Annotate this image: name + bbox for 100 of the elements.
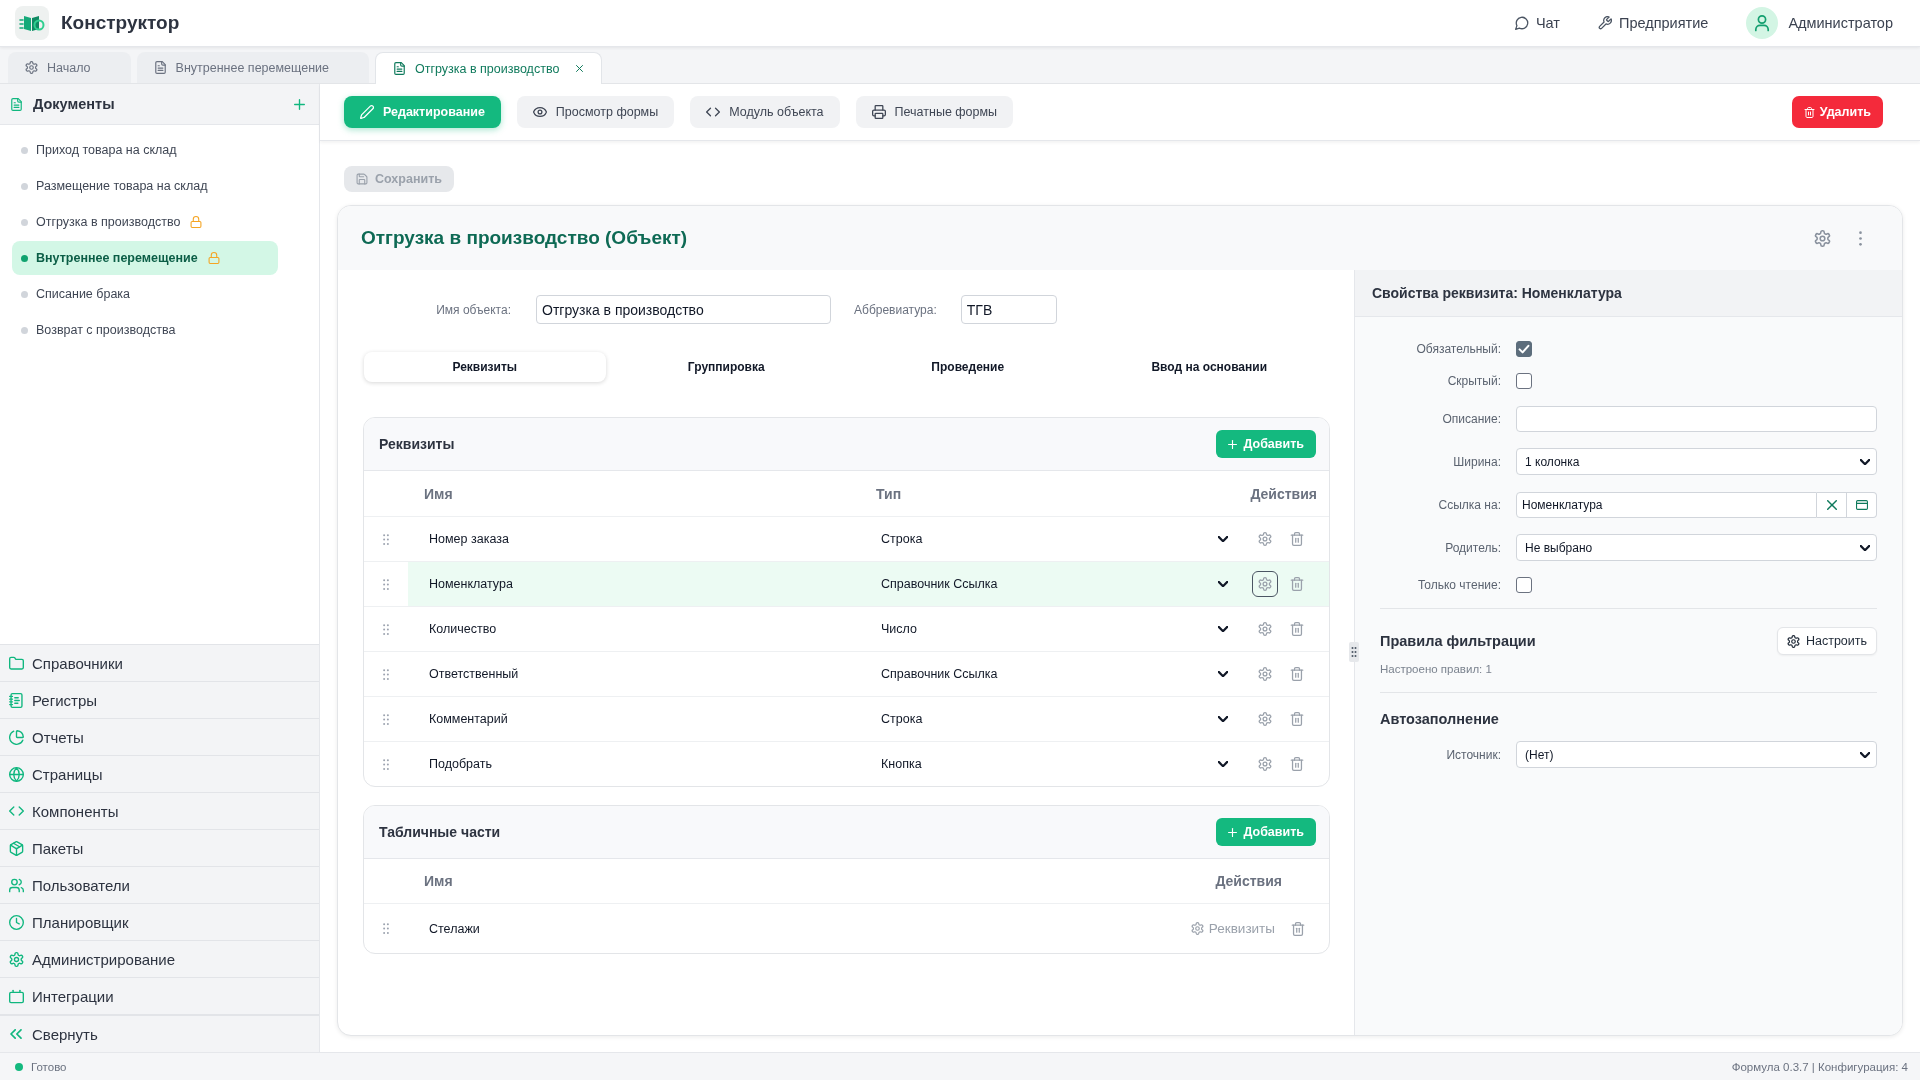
code-brackets-icon bbox=[9, 806, 24, 816]
drag-handle-icon[interactable] bbox=[383, 758, 389, 770]
package-icon bbox=[9, 840, 24, 856]
header-link[interactable]: Чат bbox=[1514, 8, 1560, 38]
user-menu-button[interactable]: Администратор bbox=[1746, 7, 1893, 39]
document-item[interactable]: Возврат с производства bbox=[12, 313, 278, 347]
type-select[interactable]: Справочник Ссылка bbox=[876, 660, 1229, 688]
section-tab[interactable]: Группировка bbox=[605, 352, 847, 382]
table-row[interactable]: Ответственный Справочник Ссылка bbox=[408, 652, 1329, 696]
attribute-name: Подобрать bbox=[428, 757, 493, 771]
object-name-field[interactable]: Отгрузка в производство bbox=[536, 295, 831, 324]
type-select[interactable]: Справочник Ссылка bbox=[876, 570, 1229, 598]
nav-item[interactable]: Страницы bbox=[0, 755, 319, 792]
plus-icon bbox=[294, 98, 305, 110]
document-item[interactable]: Отгрузка в производство bbox=[12, 205, 278, 239]
document-item[interactable]: Размещение товара на склад bbox=[12, 169, 278, 203]
attribute-settings-button[interactable] bbox=[1252, 571, 1278, 597]
chevron-down-icon bbox=[1218, 626, 1228, 632]
dropdown[interactable]: 1 колонка bbox=[1516, 448, 1877, 475]
settings-icon bbox=[1258, 757, 1272, 771]
drag-handle-icon[interactable] bbox=[383, 923, 389, 934]
panel-title: Реквизиты bbox=[379, 436, 455, 452]
checkbox[interactable] bbox=[1516, 373, 1532, 389]
view-mode-button[interactable]: Печатные формы bbox=[855, 96, 1014, 128]
nav-item[interactable]: Справочники bbox=[0, 644, 319, 681]
attribute-name: Комментарий bbox=[428, 712, 509, 726]
section-title: Автозаполнение bbox=[1380, 711, 1499, 727]
attribute-name: Номенклатура bbox=[428, 577, 514, 591]
type-select[interactable]: Число bbox=[876, 615, 1229, 643]
text-field[interactable] bbox=[1516, 405, 1877, 432]
checkbox[interactable] bbox=[1516, 577, 1532, 593]
more-button[interactable] bbox=[1859, 230, 1862, 246]
section-title: Документы bbox=[33, 96, 115, 112]
printer-icon bbox=[871, 105, 886, 119]
settings-button[interactable] bbox=[1814, 229, 1831, 247]
avatar-icon bbox=[1746, 7, 1779, 39]
section-tab[interactable]: Проведение bbox=[847, 352, 1089, 382]
type-select[interactable]: Строка bbox=[876, 705, 1229, 733]
document-item[interactable]: Приход товара на склад bbox=[12, 133, 278, 167]
drag-handle-icon[interactable] bbox=[383, 668, 389, 680]
panel-title: Свойства реквизита: Номенклатура bbox=[1372, 285, 1622, 301]
open-button[interactable] bbox=[1847, 491, 1877, 518]
gear-icon bbox=[9, 951, 24, 967]
type-select[interactable]: Строка bbox=[876, 525, 1229, 553]
drag-handle-icon[interactable] bbox=[383, 713, 389, 725]
status-text: Готово bbox=[31, 1060, 67, 1073]
section-tab[interactable]: Реквизиты bbox=[364, 352, 606, 382]
reference-field[interactable]: Номенклатура bbox=[1516, 491, 1817, 518]
type-select[interactable]: Кнопка bbox=[876, 750, 1229, 778]
drag-handle-icon[interactable] bbox=[383, 623, 389, 635]
settings-icon bbox=[1786, 634, 1800, 648]
code-brackets-icon bbox=[706, 107, 721, 117]
chevron-down-icon bbox=[1860, 751, 1870, 758]
table-row[interactable]: Комментарий Строка bbox=[408, 697, 1329, 741]
resize-handle[interactable] bbox=[1349, 642, 1359, 662]
document-tab[interactable]: Внутреннее перемещение bbox=[136, 52, 369, 83]
table-row[interactable]: Номер заказа Строка bbox=[408, 517, 1329, 561]
close-icon[interactable] bbox=[576, 65, 584, 72]
document-tab[interactable]: Отгрузка в производство bbox=[374, 52, 603, 84]
trash-icon bbox=[1290, 532, 1304, 546]
configure-button[interactable]: Настроить bbox=[1776, 627, 1877, 655]
document-item[interactable]: Списание брака bbox=[12, 277, 278, 311]
table-row[interactable]: Подобрать Кнопка bbox=[408, 742, 1329, 786]
document-icon bbox=[392, 62, 406, 75]
eye-icon bbox=[532, 105, 547, 119]
users-icon bbox=[9, 877, 24, 893]
dropdown[interactable]: (Нет) bbox=[1516, 741, 1877, 768]
delete-button[interactable]: Удалить bbox=[1791, 96, 1883, 128]
abbreviation-field[interactable]: ТГВ bbox=[960, 295, 1057, 324]
drag-handle-icon[interactable] bbox=[383, 578, 389, 590]
section-tab[interactable]: Ввод на основании bbox=[1088, 352, 1330, 382]
header-link[interactable]: Предприятие bbox=[1598, 8, 1709, 38]
settings-icon bbox=[1258, 532, 1272, 546]
column-header: Действия bbox=[1250, 485, 1317, 502]
table-row[interactable]: Номенклатура Справочник Ссылка bbox=[408, 562, 1329, 606]
nav-item[interactable]: Регистры bbox=[0, 681, 319, 718]
nav-item[interactable]: Планировщик bbox=[0, 903, 319, 940]
dropdown[interactable]: Не выбрано bbox=[1516, 534, 1877, 561]
clear-button[interactable] bbox=[1817, 491, 1847, 518]
view-mode-button[interactable]: Модуль объекта bbox=[690, 96, 840, 128]
table-row[interactable]: Количество Число bbox=[408, 607, 1329, 651]
nav-item[interactable]: Отчеты bbox=[0, 718, 319, 755]
column-header: Имя bbox=[423, 485, 454, 502]
chevron-down-icon bbox=[1218, 671, 1228, 677]
nav-item[interactable]: Компоненты bbox=[0, 792, 319, 829]
drag-handle-icon[interactable] bbox=[383, 533, 389, 545]
trash-icon bbox=[1290, 667, 1304, 681]
nav-item[interactable]: Пакеты bbox=[0, 829, 319, 866]
document-tab[interactable]: Начало bbox=[8, 52, 131, 83]
settings-icon bbox=[1258, 577, 1272, 591]
trash-icon bbox=[1290, 712, 1304, 726]
trash-icon bbox=[1290, 577, 1304, 591]
checkbox[interactable] bbox=[1516, 341, 1532, 357]
field-label: Источник: bbox=[1446, 747, 1501, 762]
nav-item[interactable]: Интеграции bbox=[0, 977, 319, 1014]
document-item[interactable]: Внутреннее перемещение bbox=[12, 241, 278, 275]
nav-item[interactable]: Администрирование bbox=[0, 940, 319, 977]
nav-item[interactable]: Пользователи bbox=[0, 866, 319, 903]
add-document-button[interactable] bbox=[294, 98, 305, 110]
view-mode-button[interactable]: Просмотр формы bbox=[516, 96, 675, 128]
